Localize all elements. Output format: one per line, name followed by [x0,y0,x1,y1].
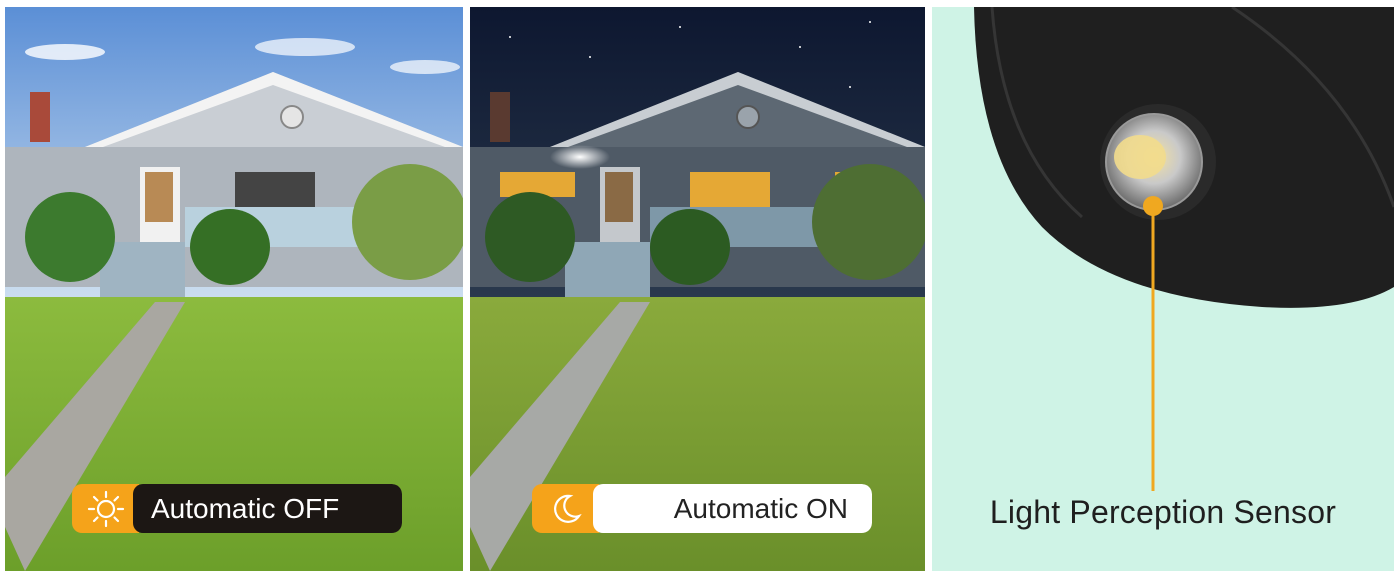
automatic-off-badge: Automatic OFF [72,484,402,533]
moon-icon [532,484,599,533]
automatic-off-label: Automatic OFF [133,484,402,533]
sensor-closeup [932,7,1394,571]
automatic-on-label: Automatic ON [593,484,872,533]
sensor-caption: Light Perception Sensor [989,494,1337,530]
automatic-on-badge: Automatic ON [532,484,872,533]
sun-icon [72,484,139,533]
